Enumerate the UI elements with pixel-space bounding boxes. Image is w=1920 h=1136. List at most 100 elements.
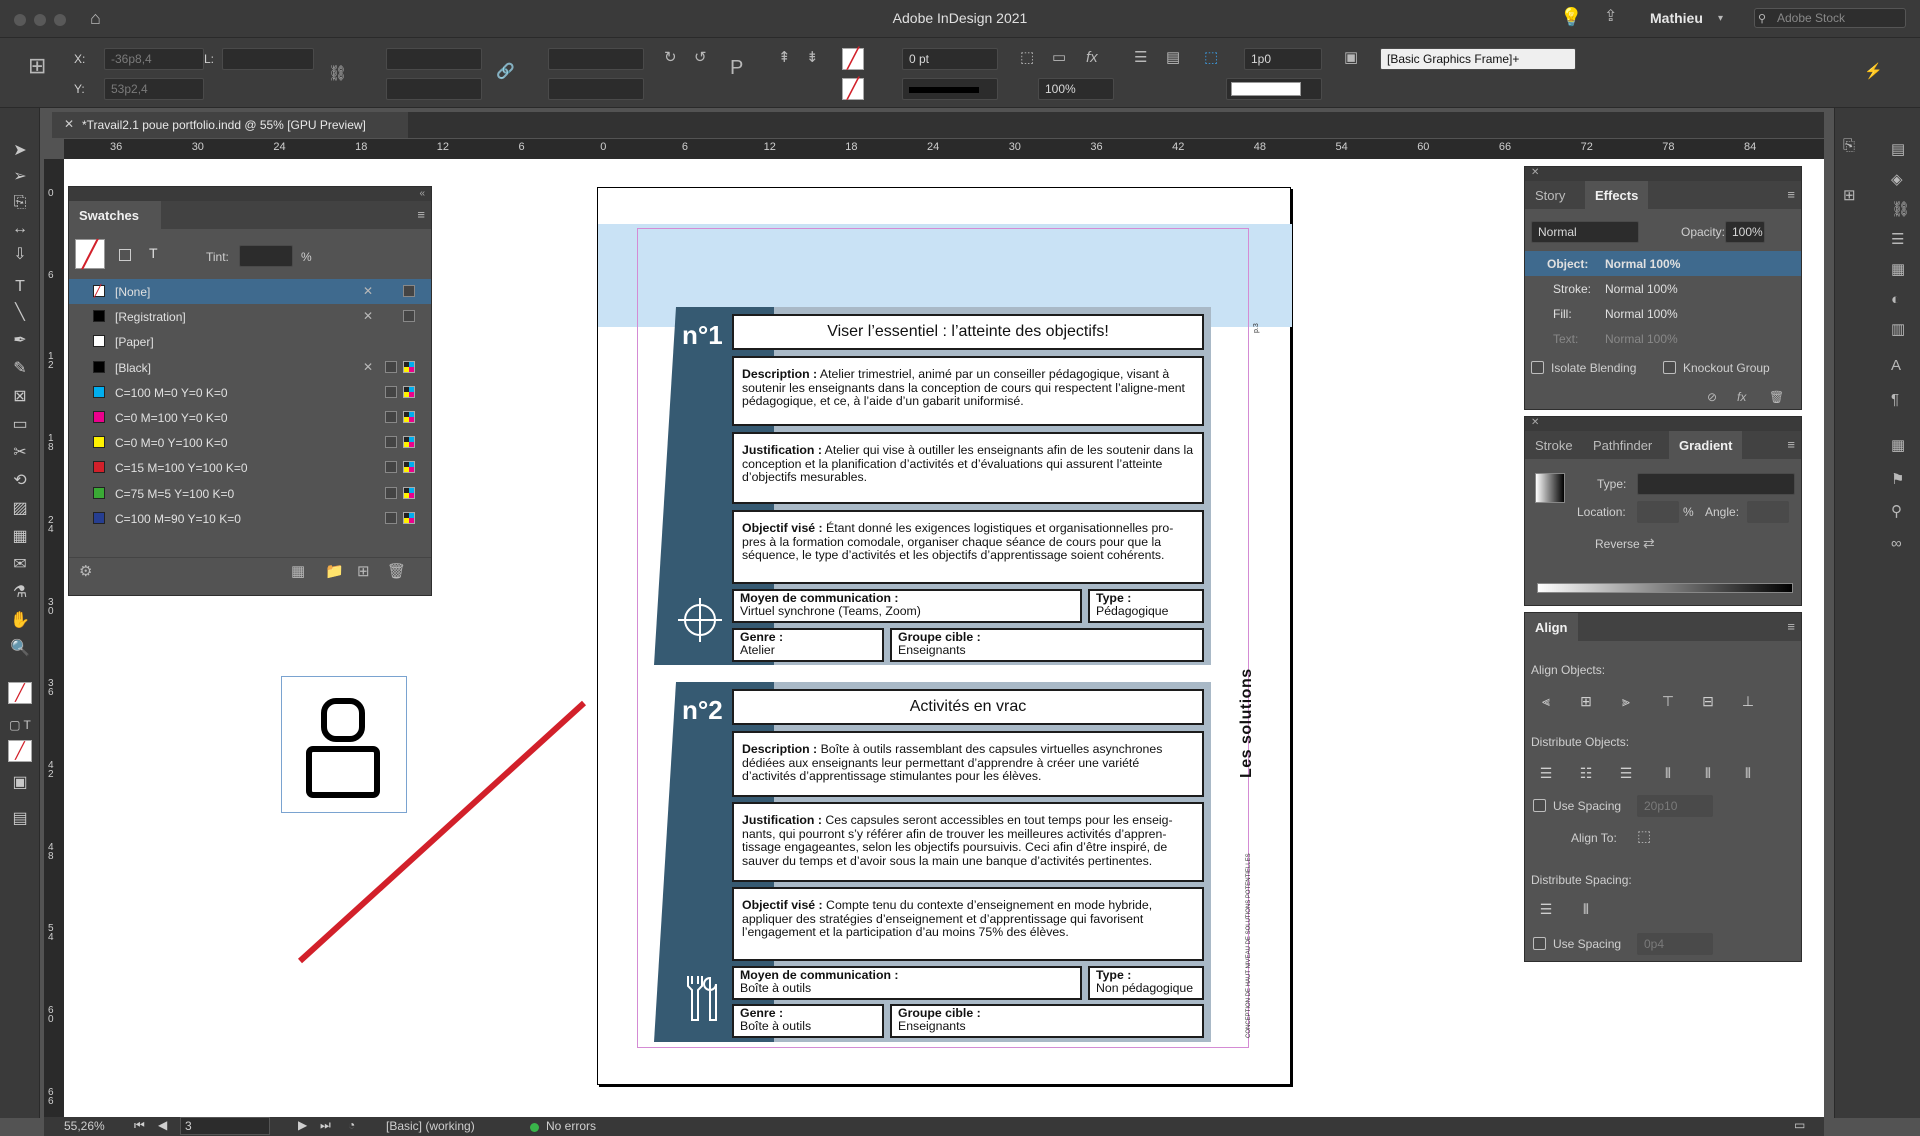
swatch-row[interactable]: C=15 M=100 Y=100 K=0 xyxy=(69,455,431,480)
delete-swatch-icon[interactable]: 🗑 xyxy=(387,564,406,580)
scale-y-field[interactable] xyxy=(386,78,482,100)
hand-tool-icon[interactable]: ✋ xyxy=(8,610,32,632)
corner-icon[interactable]: ▭ xyxy=(1052,50,1066,66)
chevron-down-icon[interactable]: ▾ xyxy=(1718,11,1723,27)
text-wrap-icon[interactable]: ▦ xyxy=(1891,438,1905,454)
pages-icon[interactable]: ⎘ xyxy=(1843,138,1855,154)
lightning-icon[interactable]: ⚡ xyxy=(1864,64,1883,80)
pencil-tool-icon[interactable]: ✎ xyxy=(8,358,32,380)
direct-selection-tool-icon[interactable]: ➢ xyxy=(8,166,32,188)
last-page-icon[interactable]: ⏭ xyxy=(320,1118,331,1133)
rotation-field[interactable] xyxy=(548,48,644,70)
links-icon[interactable]: ⛓ xyxy=(1891,202,1910,218)
gradient-feather-tool-icon[interactable]: ▦ xyxy=(8,526,32,548)
align-vcenter-icon[interactable]: ⊟ xyxy=(1697,691,1719,711)
select-content-icon[interactable]: ⇟ xyxy=(806,50,819,66)
gap-field[interactable]: 1p0 xyxy=(1244,48,1322,70)
panel-menu-icon[interactable]: ≡ xyxy=(417,207,425,223)
color-icon[interactable]: ◐ xyxy=(1891,292,1900,308)
swatch-row[interactable]: C=100 M=90 Y=10 K=0 xyxy=(69,506,431,531)
align-top-icon[interactable]: ⊤ xyxy=(1657,691,1679,711)
panel-menu-icon[interactable]: ≡ xyxy=(1787,437,1795,453)
document-page[interactable]: p.3 Les solutions CONCEPTION DE HAUT NIV… xyxy=(597,187,1292,1085)
blend-mode-dropdown[interactable]: Normal xyxy=(1531,221,1639,243)
rectangle-tool-icon[interactable]: ▭ xyxy=(8,414,32,436)
apply-none-icon[interactable]: ╱ xyxy=(8,740,32,762)
stroke-icon[interactable]: ☰ xyxy=(1891,232,1904,248)
y-field[interactable]: 53p2,4 xyxy=(104,78,204,100)
gradient-panel-topbar[interactable]: ✕ xyxy=(1525,417,1801,431)
gradient-ramp[interactable] xyxy=(1537,583,1793,593)
swatch-row[interactable]: C=0 M=0 Y=100 K=0 xyxy=(69,430,431,455)
object-style-dropdown[interactable]: [Basic Graphics Frame]+ xyxy=(1380,48,1576,70)
distribute-top-icon[interactable]: ☰ xyxy=(1535,763,1557,783)
fx-icon[interactable]: fx xyxy=(1086,50,1098,66)
gradient-preview[interactable] xyxy=(1535,473,1565,503)
spacing-2-field[interactable]: 0p4 xyxy=(1637,933,1713,955)
paragraph-styles-icon[interactable]: ¶ xyxy=(1891,392,1899,408)
scale-x-field[interactable] xyxy=(386,48,482,70)
container-icon[interactable] xyxy=(119,249,131,261)
distribute-hspace-icon[interactable]: ⦀ xyxy=(1575,899,1597,919)
new-swatch-icon[interactable]: ⊞ xyxy=(357,564,370,580)
gap-tool-icon[interactable]: ↔ xyxy=(8,218,32,240)
effects-row-stroke[interactable]: Stroke: Normal 100% xyxy=(1525,276,1801,301)
red-diagonal-line[interactable] xyxy=(294,699,594,969)
stroke-type-field[interactable] xyxy=(902,78,998,100)
view-toggle-icon[interactable]: ▭ xyxy=(1794,1118,1805,1132)
properties-icon[interactable]: ⊞ xyxy=(1843,188,1856,204)
tab-align[interactable]: Align xyxy=(1525,613,1578,641)
share-icon[interactable]: ⇪ xyxy=(1604,9,1617,25)
first-page-icon[interactable]: ⏮ xyxy=(134,1118,145,1133)
knockout-group-checkbox[interactable] xyxy=(1663,361,1676,374)
cc-libraries-icon[interactable]: ▦ xyxy=(291,564,305,580)
line-tool-icon[interactable]: ╲ xyxy=(8,302,32,324)
page-number-field[interactable]: 3 xyxy=(180,1117,270,1135)
spacing-field[interactable]: 20p10 xyxy=(1637,795,1713,817)
constrain-proportions-icon[interactable]: 🔗 xyxy=(496,64,515,80)
swatch-row[interactable]: [Paper] xyxy=(69,329,431,354)
distribute-bottom-icon[interactable]: ☰ xyxy=(1615,763,1637,783)
open-page-icon[interactable]: ◔ xyxy=(348,1118,355,1132)
gradient-swatch-tool-icon[interactable]: ▨ xyxy=(8,498,32,520)
layers-icon[interactable]: ◈ xyxy=(1891,172,1903,188)
document-tab[interactable]: ✕ *Travail2.1 poue portfolio.indd @ 55% … xyxy=(52,112,408,138)
rectangle-frame-tool-icon[interactable]: ⊠ xyxy=(8,386,32,408)
panel-menu-icon[interactable]: ≡ xyxy=(1787,619,1795,635)
swatches-panel-topbar[interactable]: « xyxy=(69,187,431,201)
constrain-link-icon[interactable]: ⛓ xyxy=(328,66,347,82)
object-style-icon[interactable]: ▣ xyxy=(1344,50,1358,66)
delete-effect-icon[interactable]: 🗑 xyxy=(1769,389,1784,405)
zoom-level[interactable]: 55,26% xyxy=(64,1119,105,1133)
formatting-container-icon[interactable]: ▢ T xyxy=(8,714,32,736)
distribute-right-icon[interactable]: ⦀ xyxy=(1737,763,1759,783)
new-group-icon[interactable]: 📁 xyxy=(325,564,344,580)
preflight-profile[interactable]: [Basic] (working) xyxy=(386,1119,475,1133)
distribute-left-icon[interactable]: ⦀ xyxy=(1657,763,1679,783)
fitting-icon[interactable]: ⬚ xyxy=(1204,50,1218,66)
eyedropper-tool-icon[interactable]: ⚗ xyxy=(8,582,32,604)
previous-page-icon[interactable]: ◀ xyxy=(158,1118,167,1132)
clear-effects-icon[interactable]: ⊘ xyxy=(1707,389,1717,405)
align-to-selection-icon[interactable]: ⬚ xyxy=(1637,829,1651,845)
effects-row-fill[interactable]: Fill: Normal 100% xyxy=(1525,301,1801,326)
type-tool-icon[interactable]: T xyxy=(8,276,32,298)
content-collector-icon[interactable]: ⇩ xyxy=(8,244,32,266)
swatch-row[interactable]: C=100 M=0 Y=0 K=0 xyxy=(69,380,431,405)
isolate-blending-checkbox[interactable] xyxy=(1531,361,1544,374)
fill-stroke-icon[interactable]: ╱ xyxy=(8,682,32,704)
tint-field[interactable] xyxy=(239,245,293,267)
gradient-type-dropdown[interactable] xyxy=(1637,473,1795,495)
close-tab-icon[interactable]: ✕ xyxy=(64,117,74,131)
panel-menu-icon[interactable]: ≡ xyxy=(1787,187,1795,203)
align-bottom-icon[interactable]: ⊥ xyxy=(1737,691,1759,711)
view-mode-icon[interactable]: ▤ xyxy=(8,808,32,830)
text-icon[interactable]: T xyxy=(149,245,158,261)
tab-swatches[interactable]: Swatches xyxy=(69,201,161,229)
character-icon[interactable]: A xyxy=(1891,358,1901,374)
use-spacing-2-checkbox[interactable] xyxy=(1533,937,1546,950)
fill-stroke-swatch-icon[interactable]: ╱ xyxy=(75,239,105,269)
frame-icon[interactable]: ⬚ xyxy=(1020,50,1034,66)
swatch-row[interactable]: ╱ [None] ✕ xyxy=(69,279,431,304)
effects-panel-topbar[interactable]: ✕ xyxy=(1525,167,1801,181)
